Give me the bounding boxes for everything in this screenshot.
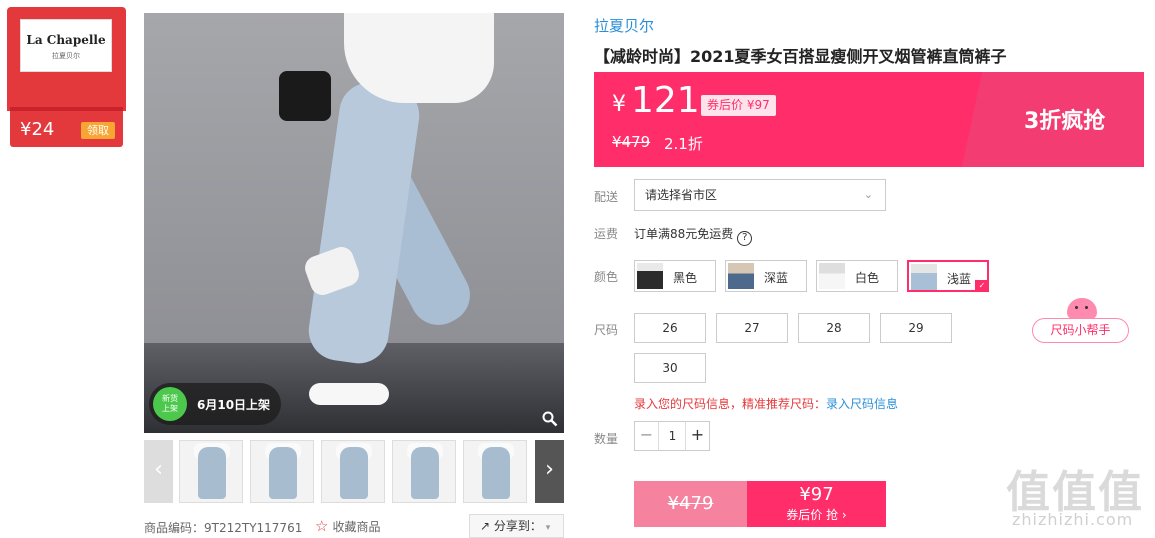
image-shirt — [344, 13, 494, 103]
shop-name-link[interactable]: 拉夏贝尔 — [594, 15, 654, 36]
after-coupon-price: 券后价 ¥97 — [701, 95, 776, 116]
chevron-down-icon: ▾ — [545, 523, 551, 533]
color-option-label: 浅蓝 — [947, 272, 972, 286]
help-icon[interactable]: ? — [737, 231, 753, 246]
thumbnail-strip: ‹ › — [144, 440, 564, 503]
size-option[interactable]: 26 — [634, 313, 706, 343]
thumb-next-button[interactable]: › — [535, 440, 564, 503]
discount-rate: 2.1折 — [664, 135, 703, 153]
price-currency: ¥ — [612, 92, 626, 117]
shipping-label: 运费 — [594, 227, 619, 241]
search-icon[interactable] — [542, 411, 562, 431]
thumbnail-image — [411, 447, 439, 499]
thumb-prev-button[interactable]: ‹ — [144, 440, 173, 503]
brand-logo-sub: 拉夏贝尔 — [52, 52, 80, 60]
mascot-icon — [1067, 298, 1097, 320]
region-select[interactable]: 请选择省市区 ⌄ — [634, 179, 886, 211]
shipping-value: 订单满88元免运费? — [634, 225, 753, 246]
buy-button[interactable]: ¥97 券后价 抢 › — [747, 481, 886, 527]
size-tip: 录入您的尺码信息，精准推荐尺码：录入尺码信息 — [634, 395, 898, 412]
quantity-label: 数量 — [594, 432, 619, 446]
price-box: ¥ 121 券后价 ¥97 ¥479 2.1折 3折疯抢 — [594, 72, 1144, 167]
new-badge-line1: 新货 — [162, 394, 178, 403]
size-tip-link[interactable]: 录入尺码信息 — [826, 397, 898, 411]
share-button[interactable]: ↗ 分享到： ▾ — [469, 514, 564, 538]
new-badge-line2: 上架 — [162, 404, 178, 413]
product-code: 商品编码：9T212TY117761 — [144, 521, 303, 535]
size-option[interactable]: 28 — [798, 313, 870, 343]
favorite-button[interactable]: ☆ 收藏商品 — [315, 517, 380, 535]
image-shoe-ground — [309, 383, 389, 405]
color-option-label: 白色 — [855, 271, 880, 285]
quantity-stepper: − 1 + — [634, 421, 710, 451]
color-option-label: 黑色 — [673, 271, 698, 285]
size-tip-text: 录入您的尺码信息，精准推荐尺码： — [634, 397, 827, 411]
original-price: ¥479 — [612, 133, 651, 151]
mascot-eye — [1085, 306, 1088, 309]
favorite-label: 收藏商品 — [332, 520, 381, 534]
thumbnail-image — [340, 447, 368, 499]
delivery-label: 配送 — [594, 190, 619, 204]
size-option[interactable]: 27 — [716, 313, 788, 343]
new-arrival-date: 6月10日上架 — [197, 398, 271, 412]
color-label: 颜色 — [594, 270, 619, 284]
thumbnail[interactable] — [463, 440, 527, 503]
size-option[interactable]: 29 — [880, 313, 952, 343]
color-swatch — [637, 263, 663, 289]
product-title: 【减龄时尚】2021夏季女百搭显瘦侧开叉烟管裤直筒裤子 — [594, 47, 1007, 66]
color-swatch — [911, 264, 937, 290]
share-label: 分享到： — [493, 519, 542, 533]
thumbnail[interactable] — [179, 440, 243, 503]
check-icon: ✓ — [975, 280, 989, 292]
color-swatch — [728, 263, 754, 289]
coupon-amount: ¥24 — [20, 119, 55, 140]
shipping-text: 订单满88元免运费 — [634, 227, 734, 241]
thumbnail-image — [198, 447, 226, 499]
quantity-input[interactable]: 1 — [660, 422, 685, 450]
watermark-url: zhizhizhi.com — [1012, 510, 1134, 529]
main-product-image[interactable]: 新货 上架 6月10日上架 — [144, 13, 564, 433]
color-option-selected[interactable]: 浅蓝 ✓ — [907, 260, 989, 292]
share-icon: ↗ — [480, 519, 491, 533]
thumbnail[interactable] — [392, 440, 456, 503]
image-bag — [279, 71, 331, 121]
new-badge: 新货 上架 — [153, 387, 187, 421]
quantity-minus-button[interactable]: − — [635, 422, 659, 450]
buy-original-price: ¥479 — [634, 481, 747, 527]
thumbnail-image — [269, 447, 297, 499]
mascot-eye — [1075, 306, 1078, 309]
brand-logo: La Chapelle 拉夏贝尔 — [20, 19, 112, 72]
buy-button-price: ¥97 — [799, 484, 834, 505]
color-option[interactable]: 白色 — [816, 260, 898, 292]
size-option[interactable]: 30 — [634, 353, 706, 383]
size-helper-button[interactable]: 尺码小帮手 — [1032, 318, 1129, 343]
quantity-plus-button[interactable]: + — [685, 422, 709, 450]
color-option[interactable]: 深蓝 — [725, 260, 807, 292]
brand-logo-text: La Chapelle — [26, 33, 106, 47]
current-price: 121 — [631, 80, 700, 121]
new-arrival-tag: 新货 上架 6月10日上架 — [149, 383, 281, 425]
coupon-bottom: ¥24 领取 — [10, 111, 123, 147]
thumbnail-image — [482, 447, 510, 499]
buy-button-label: 券后价 抢 › — [786, 508, 847, 522]
promo-label: 3折疯抢 — [1024, 109, 1106, 134]
star-icon: ☆ — [315, 517, 329, 535]
coupon-claim-button[interactable]: 领取 — [81, 122, 115, 139]
coupon-top: La Chapelle 拉夏贝尔 — [7, 7, 126, 111]
thumbnail[interactable] — [321, 440, 385, 503]
color-swatch — [819, 263, 845, 289]
region-select-value: 请选择省市区 — [645, 188, 718, 202]
coupon-card[interactable]: La Chapelle 拉夏贝尔 ¥24 领取 — [7, 7, 126, 147]
color-option-label: 深蓝 — [764, 271, 789, 285]
size-label: 尺码 — [594, 323, 619, 337]
color-option[interactable]: 黑色 — [634, 260, 716, 292]
chevron-down-icon: ⌄ — [863, 188, 873, 201]
thumbnail[interactable] — [250, 440, 314, 503]
